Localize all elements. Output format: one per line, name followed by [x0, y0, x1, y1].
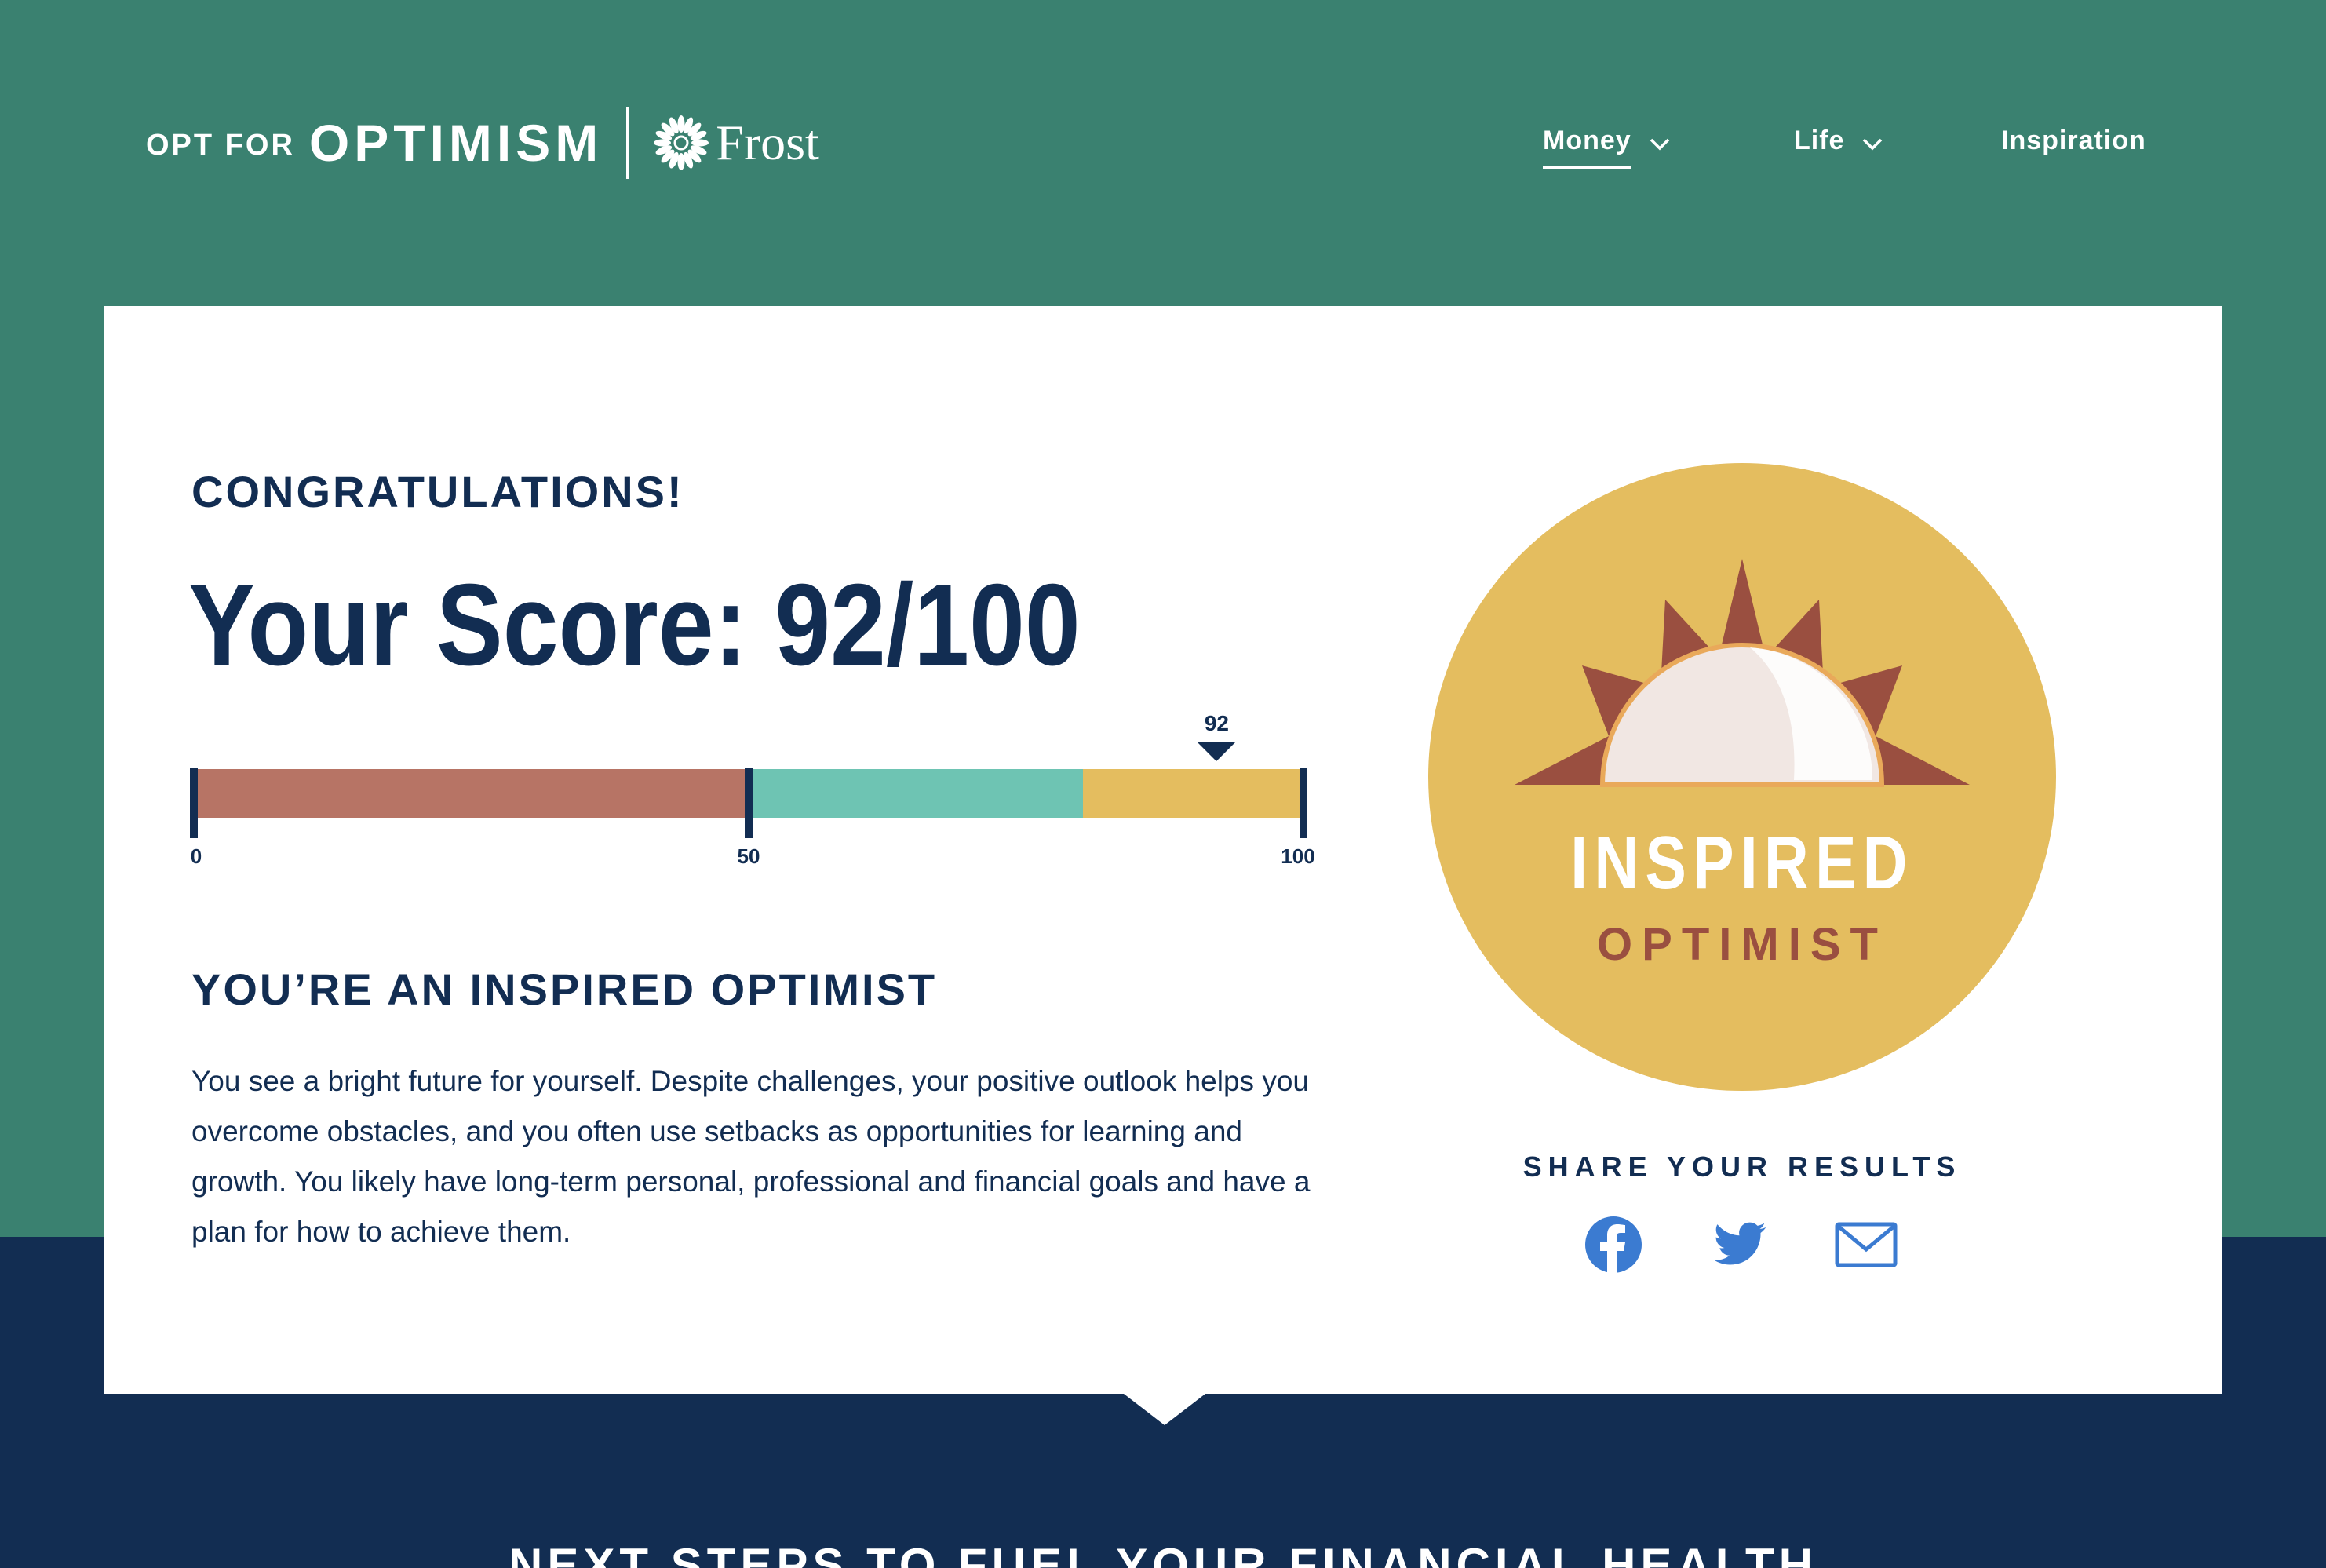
badge-line2: OPTIMIST	[1597, 919, 1887, 970]
site-header: OPT FOR OPTIMISM Frost Money Life Inspir…	[0, 0, 2326, 290]
score-heading: Your Score: 92/100	[188, 560, 1081, 690]
main-nav: Money Life Inspiration	[0, 126, 2326, 173]
share-title: SHARE YOUR RESULTS	[1522, 1150, 1962, 1183]
score-bar-tick	[190, 768, 198, 838]
score-bar-tick-label: 100	[1281, 844, 1315, 868]
next-steps-heading: NEXT STEPS TO FUEL YOUR FINANCIAL HEALTH	[509, 1539, 1817, 1568]
score-bar	[190, 768, 1307, 838]
result-title: YOU’RE AN INSPIRED OPTIMIST	[191, 965, 938, 1014]
chevron-down-icon	[1863, 138, 1883, 150]
result-description: You see a bright future for yourself. De…	[191, 1065, 1311, 1248]
badge-line1: INSPIRED	[1570, 821, 1914, 905]
twitter-icon[interactable]	[1708, 1213, 1770, 1276]
score-bar-tick-label: 50	[737, 844, 760, 868]
badge-sunrise-graphic	[1428, 463, 2056, 1091]
congrats-heading: CONGRATULATIONS!	[191, 467, 684, 516]
score-bar-tick	[1300, 768, 1307, 838]
nav-item-money[interactable]: Money	[1543, 126, 1671, 169]
nav-item-money-label: Money	[1543, 126, 1631, 169]
score-bar-segment	[1083, 769, 1306, 818]
inspired-optimist-badge: INSPIRED OPTIMIST	[1428, 463, 2056, 1091]
score-marker-arrow-icon	[1198, 742, 1236, 761]
score-bar-segment	[191, 769, 749, 818]
nav-item-inspiration-label: Inspiration	[2001, 126, 2146, 155]
score-bar-tick	[745, 768, 753, 838]
score-bar-segment	[749, 769, 1083, 818]
nav-item-life-label: Life	[1794, 126, 1845, 155]
chevron-down-icon	[1650, 138, 1669, 150]
nav-item-life[interactable]: Life	[1794, 126, 1883, 162]
nav-item-inspiration[interactable]: Inspiration	[2001, 126, 2146, 162]
results-card-pointer	[1124, 1394, 1205, 1425]
score-marker-label: 92	[1204, 711, 1229, 735]
email-icon[interactable]	[1835, 1213, 1898, 1276]
facebook-icon[interactable]	[1582, 1213, 1645, 1276]
score-bar-tick-label: 0	[190, 844, 202, 868]
